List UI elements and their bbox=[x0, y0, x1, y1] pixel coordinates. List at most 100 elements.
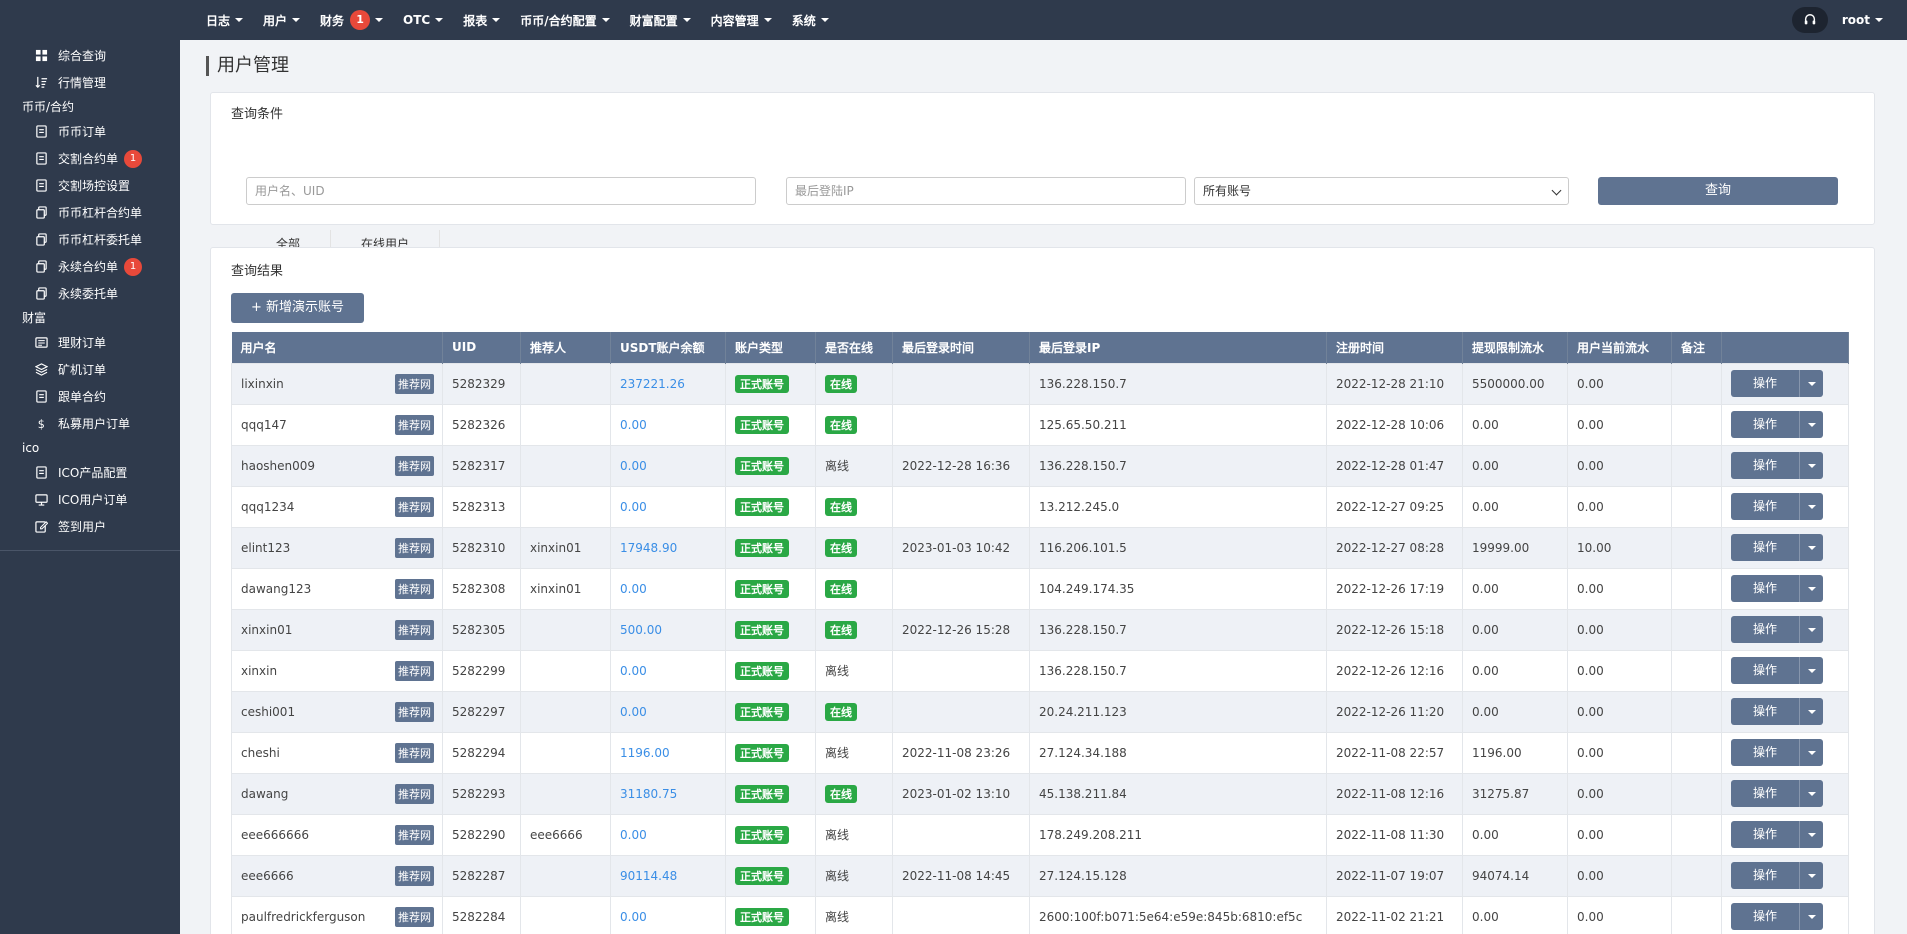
usdt-balance-link[interactable]: 0.00 bbox=[620, 418, 647, 432]
topnav-item-1[interactable]: 用户 bbox=[253, 0, 310, 40]
sidebar-item[interactable]: 永续合约单 1 bbox=[0, 253, 180, 280]
sidebar-item[interactable]: 签到用户 bbox=[0, 513, 180, 540]
action-dropdown-toggle[interactable] bbox=[1799, 452, 1823, 479]
action-button[interactable]: 操作 bbox=[1731, 575, 1799, 602]
online-status-cell: 离线 bbox=[815, 444, 893, 487]
referral-network-button[interactable]: 推荐网 bbox=[395, 865, 434, 886]
account-type-select[interactable]: 所有账号 bbox=[1194, 177, 1569, 205]
chevron-down-icon bbox=[1807, 463, 1816, 468]
referral-network-button[interactable]: 推荐网 bbox=[395, 373, 434, 394]
headset-icon[interactable] bbox=[1791, 7, 1828, 33]
sidebar-item[interactable]: 综合查询 bbox=[0, 42, 180, 69]
usdt-balance-link[interactable]: 0.00 bbox=[620, 500, 647, 514]
user-menu[interactable]: root bbox=[1842, 13, 1883, 27]
referral-network-button[interactable]: 推荐网 bbox=[395, 783, 434, 804]
topnav-item-2[interactable]: 财务 1 bbox=[310, 0, 393, 40]
action-dropdown-toggle[interactable] bbox=[1799, 493, 1823, 520]
sidebar-item[interactable]: 交割合约单 1 bbox=[0, 145, 180, 172]
action-button[interactable]: 操作 bbox=[1731, 616, 1799, 643]
query-panel: 查询条件 用户名、UID 最后登陆IP 所有账号 查询 全部 在线用户 bbox=[210, 92, 1875, 258]
action-button[interactable]: 操作 bbox=[1731, 452, 1799, 479]
action-button[interactable]: 操作 bbox=[1731, 903, 1799, 930]
table-row: qqq1234 推荐网 5282313 0.00 正式账号 在线 13.212.245.0 2… bbox=[231, 485, 1849, 528]
referral-network-button[interactable]: 推荐网 bbox=[395, 455, 434, 476]
withdraw-limit-cell: 0.00 bbox=[1462, 895, 1568, 934]
usdt-balance-link[interactable]: 90114.48 bbox=[620, 869, 677, 883]
ip-input[interactable]: 最后登陆IP bbox=[786, 177, 1186, 205]
sidebar-item[interactable]: $ 私募用户订单 bbox=[0, 410, 180, 437]
action-button[interactable]: 操作 bbox=[1731, 862, 1799, 889]
sidebar-item[interactable]: 行情管理 bbox=[0, 69, 180, 96]
topnav-item-4[interactable]: 报表 bbox=[453, 0, 510, 40]
chevron-down-icon bbox=[1807, 709, 1816, 714]
referral-network-button[interactable]: 推荐网 bbox=[395, 824, 434, 845]
sidebar-item[interactable]: 币币杠杆合约单 bbox=[0, 199, 180, 226]
action-dropdown-toggle[interactable] bbox=[1799, 534, 1823, 561]
usdt-balance-link[interactable]: 0.00 bbox=[620, 582, 647, 596]
action-button[interactable]: 操作 bbox=[1731, 780, 1799, 807]
usdt-balance-link[interactable]: 0.00 bbox=[620, 459, 647, 473]
referral-network-button[interactable]: 推荐网 bbox=[395, 701, 434, 722]
action-dropdown-toggle[interactable] bbox=[1799, 780, 1823, 807]
usdt-balance-link[interactable]: 0.00 bbox=[620, 910, 647, 924]
topnav-item-5[interactable]: 币币/合约配置 bbox=[510, 0, 619, 40]
usdt-balance-link[interactable]: 0.00 bbox=[620, 664, 647, 678]
usdt-balance-link[interactable]: 500.00 bbox=[620, 623, 662, 637]
action-button[interactable]: 操作 bbox=[1731, 493, 1799, 520]
account-type-cell: 正式账号 bbox=[725, 690, 816, 733]
usdt-balance-link[interactable]: 31180.75 bbox=[620, 787, 677, 801]
sidebar-item[interactable]: ICO用户订单 bbox=[0, 486, 180, 513]
action-dropdown-toggle[interactable] bbox=[1799, 370, 1823, 397]
action-button[interactable]: 操作 bbox=[1731, 370, 1799, 397]
sidebar-item[interactable]: 矿机订单 bbox=[0, 356, 180, 383]
sidebar-item[interactable]: 交割场控设置 bbox=[0, 172, 180, 199]
topnav-item-8[interactable]: 系统 bbox=[782, 0, 839, 40]
action-dropdown-toggle[interactable] bbox=[1799, 862, 1823, 889]
usdt-balance-link[interactable]: 1196.00 bbox=[620, 746, 670, 760]
action-button[interactable]: 操作 bbox=[1731, 739, 1799, 766]
topnav-item-7[interactable]: 内容管理 bbox=[701, 0, 782, 40]
action-dropdown-toggle[interactable] bbox=[1799, 616, 1823, 643]
usdt-balance-link[interactable]: 0.00 bbox=[620, 705, 647, 719]
action-button[interactable]: 操作 bbox=[1731, 534, 1799, 561]
sidebar-item[interactable]: 理财订单 bbox=[0, 329, 180, 356]
sidebar-item[interactable]: 币币订单 bbox=[0, 118, 180, 145]
referral-network-button[interactable]: 推荐网 bbox=[395, 496, 434, 517]
add-demo-account-button[interactable]: + 新增演示账号 bbox=[231, 293, 365, 323]
chevron-down-icon bbox=[1807, 381, 1816, 386]
column-header bbox=[1721, 332, 1849, 363]
topnav-item-3[interactable]: OTC bbox=[393, 0, 453, 40]
action-dropdown-toggle[interactable] bbox=[1799, 698, 1823, 725]
referral-network-button[interactable]: 推荐网 bbox=[395, 578, 434, 599]
referral-network-button[interactable]: 推荐网 bbox=[395, 414, 434, 435]
referral-network-button[interactable]: 推荐网 bbox=[395, 742, 434, 763]
usdt-balance-link[interactable]: 0.00 bbox=[620, 828, 647, 842]
action-dropdown-toggle[interactable] bbox=[1799, 903, 1823, 930]
action-button[interactable]: 操作 bbox=[1731, 698, 1799, 725]
sidebar-item[interactable]: 跟单合约 bbox=[0, 383, 180, 410]
sidebar-item[interactable]: 币币杠杆委托单 bbox=[0, 226, 180, 253]
action-dropdown-toggle[interactable] bbox=[1799, 657, 1823, 684]
usdt-balance-link[interactable]: 17948.90 bbox=[620, 541, 677, 555]
topnav-item-6[interactable]: 财富配置 bbox=[620, 0, 701, 40]
query-button[interactable]: 查询 bbox=[1598, 177, 1838, 205]
action-dropdown-toggle[interactable] bbox=[1799, 821, 1823, 848]
topnav-item-0[interactable]: 日志 bbox=[196, 0, 253, 40]
action-dropdown-toggle[interactable] bbox=[1799, 739, 1823, 766]
action-dropdown-toggle[interactable] bbox=[1799, 411, 1823, 438]
action-button[interactable]: 操作 bbox=[1731, 411, 1799, 438]
sidebar-item[interactable]: ICO产品配置 bbox=[0, 459, 180, 486]
referral-network-button[interactable]: 推荐网 bbox=[395, 619, 434, 640]
referral-network-button[interactable]: 推荐网 bbox=[395, 906, 434, 927]
sidebar-item-label: ICO产品配置 bbox=[58, 466, 128, 480]
action-button[interactable]: 操作 bbox=[1731, 821, 1799, 848]
usdt-balance-link[interactable]: 237221.26 bbox=[620, 377, 685, 391]
action-button[interactable]: 操作 bbox=[1731, 657, 1799, 684]
search-input[interactable]: 用户名、UID bbox=[246, 177, 756, 205]
online-status-cell: 离线 bbox=[815, 854, 893, 897]
action-dropdown-toggle[interactable] bbox=[1799, 575, 1823, 602]
sidebar-item[interactable]: 永续委托单 bbox=[0, 280, 180, 307]
referral-network-button[interactable]: 推荐网 bbox=[395, 537, 434, 558]
referral-network-button[interactable]: 推荐网 bbox=[395, 660, 434, 681]
action-cell: 操作 bbox=[1721, 608, 1849, 651]
